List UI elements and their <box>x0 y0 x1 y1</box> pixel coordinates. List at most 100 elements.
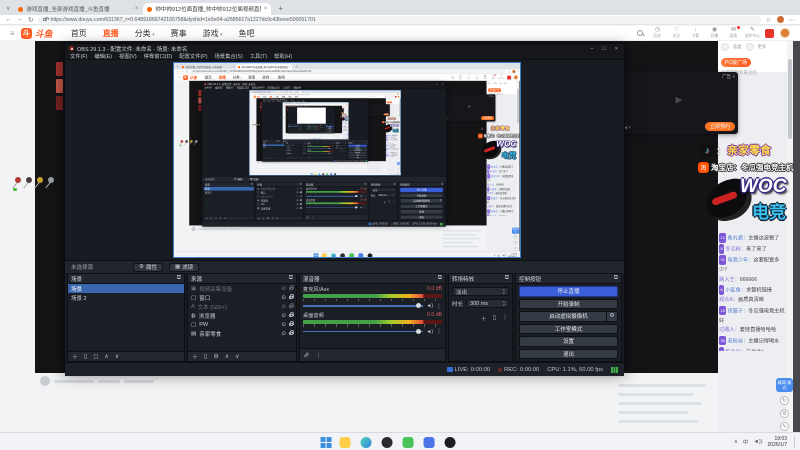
lock-icon[interactable] <box>289 303 295 309</box>
header-icon-历史[interactable]: ◷ 历史 <box>648 27 667 39</box>
lock-icon[interactable] <box>289 285 295 291</box>
lock-icon[interactable] <box>289 321 295 327</box>
properties-gear-icon[interactable]: ⚙ <box>213 353 218 360</box>
menu-文件(F)[interactable]: 文件(F) <box>70 52 87 60</box>
speaker-icon[interactable]: ◄) <box>426 303 433 309</box>
ad-cta-button[interactable]: 立即预约 <box>704 122 735 131</box>
scene-item[interactable]: 场景 <box>68 284 184 293</box>
reload-icon[interactable]: ↻ <box>28 16 33 24</box>
control-button-开始录制[interactable]: 开始录制 <box>519 298 618 309</box>
new-tab-button[interactable]: + <box>278 4 283 13</box>
menu-配置文件(P)[interactable]: 配置文件(P) <box>179 52 207 60</box>
eye-icon[interactable]: ⊙ <box>281 331 286 337</box>
obs-preview-canvas[interactable]: ∨ 游戏直播_全部游戏直播_斗鱼直播 × 帅中帅912位面直播_帅中帅912位面视频… <box>173 62 521 258</box>
eye-off-icon[interactable]: ⊘ <box>281 304 286 310</box>
settings-float-icon[interactable]: ⚙ <box>780 409 789 418</box>
source-item[interactable]: ▤ 亲家零食 ⊙ <box>188 329 296 338</box>
move-down-icon[interactable]: ∨ <box>115 353 119 360</box>
tab-close-icon[interactable]: × <box>264 6 268 12</box>
nav-item-分类[interactable]: 分类 ▾ <box>135 28 155 39</box>
lock-icon[interactable] <box>289 330 295 336</box>
menu-停靠窗口(D)[interactable]: 停靠窗口(D) <box>144 52 173 60</box>
volume-slider[interactable] <box>303 329 424 334</box>
control-button-退出[interactable]: 退出 <box>519 348 618 359</box>
menu-帮助(H)[interactable]: 帮助(H) <box>274 52 292 60</box>
chat-username[interactable]: 过路人： <box>719 327 740 333</box>
scene-item[interactable]: 场景 2 <box>68 293 184 302</box>
speaker-icon[interactable]: ◄) <box>426 329 433 335</box>
spin-down-icon[interactable]: ∨ <box>502 291 505 295</box>
advanced-audio-icon[interactable]: 🜸 <box>304 349 310 361</box>
chat-username[interactable]: 鱼丸君： <box>727 236 748 242</box>
wechat-icon[interactable] <box>402 436 414 448</box>
taskbar-clock[interactable]: 19:03 2026/1/7 <box>768 436 787 448</box>
dock-icon[interactable]: ⧉ <box>177 275 181 282</box>
address-bar[interactable]: https://www.douyu.com/631367_r=0.6489186… <box>38 15 761 24</box>
menu-burger-icon[interactable]: ≡ <box>10 29 15 38</box>
add-icon[interactable]: ＋ <box>192 352 198 361</box>
source-item[interactable]: ▢ PW ⊙ <box>188 320 296 329</box>
filter-icon[interactable]: ◻ <box>93 353 98 360</box>
search-icon[interactable] <box>637 29 644 37</box>
header-icon-关注[interactable]: ♡ 关注 <box>667 27 686 39</box>
filters-button[interactable]: ▦ 滤镜 <box>168 262 200 272</box>
header-icon-开播[interactable]: ◉ 开播 <box>705 27 724 39</box>
nav-item-首页[interactable]: 首页 <box>71 28 87 39</box>
eye-icon[interactable]: ⊙ <box>281 295 286 301</box>
transition-kebab-icon[interactable]: ⋮ <box>502 314 508 323</box>
eye-icon[interactable]: ⊙ <box>281 322 286 328</box>
volume-icon[interactable]: ◄)) <box>753 439 762 445</box>
kebab-icon[interactable]: ⋮ <box>316 352 322 359</box>
menu-视图(V)[interactable]: 视图(V) <box>119 52 137 60</box>
control-button-启动虚拟摄像机[interactable]: 启动虚拟摄像机 ⚙ <box>519 311 618 322</box>
transition-select[interactable]: 淡出 ∧ ∨ <box>452 287 509 296</box>
feedback-float-icon[interactable]: ✎ <box>780 422 789 431</box>
source-item[interactable]: ▣ 视频采集设备 ⊘ <box>188 284 296 293</box>
eye-icon[interactable]: ⊙ <box>281 313 286 319</box>
control-button-工作室模式[interactable]: 工作室模式 <box>519 323 618 334</box>
dock-icon[interactable]: ⧉ <box>614 275 618 282</box>
add-transition-icon[interactable]: ＋ <box>481 314 487 323</box>
source-item[interactable]: ◍ 浏览器 ⊙ <box>188 311 296 320</box>
back-icon[interactable]: ← <box>5 16 12 23</box>
remove-icon[interactable]: ▯ <box>84 353 87 360</box>
properties-button[interactable]: ⚙ 属性 <box>133 262 163 272</box>
dark-app-icon[interactable] <box>381 436 393 448</box>
add-icon[interactable]: ＋ <box>72 352 78 361</box>
move-up-icon[interactable]: ∧ <box>104 353 108 360</box>
move-down-icon[interactable]: ∨ <box>235 353 239 360</box>
header-icon-创作中心[interactable]: ✎ 创作中心 <box>743 27 762 39</box>
favorite-star-icon[interactable]: ☆ <box>766 16 772 24</box>
volume-slider[interactable] <box>303 303 424 308</box>
control-button-设置[interactable]: 设置 <box>519 336 618 347</box>
chat-username[interactable]: 新关注： <box>725 349 746 351</box>
source-item[interactable]: ▢ 窗口 ⊙ <box>188 293 296 302</box>
more-chip-icon[interactable] <box>745 43 754 51</box>
ad-box[interactable]: 广告 × ▶ ◄× 立即预约 <box>620 72 738 134</box>
remove-transition-icon[interactable]: ▯ <box>493 314 496 323</box>
source-item[interactable]: A 文本 (GDI+) ⊘ <box>188 302 296 311</box>
nav-item-直播[interactable]: 直播 <box>103 28 119 39</box>
forward-icon[interactable]: → <box>17 16 24 23</box>
kebab-icon[interactable]: ⋮ <box>436 328 442 335</box>
simple-mode-badge[interactable]: 精简 模式 <box>776 378 793 392</box>
chat-username[interactable]: 老粉丝： <box>727 338 748 344</box>
menu-编辑(E)[interactable]: 编辑(E) <box>94 52 112 60</box>
control-button-停止直播[interactable]: 停止直播 <box>519 286 618 297</box>
lock-icon[interactable] <box>289 294 295 300</box>
pc-plaza-pill[interactable]: PC版广场 <box>721 58 751 67</box>
chat-username[interactable]: 夜猫子： <box>727 308 748 314</box>
minimize-icon[interactable]: − <box>590 46 593 52</box>
refresh-float-icon[interactable]: ↻ <box>780 396 789 405</box>
browser-menu-icon[interactable]: ⋯ <box>789 16 796 24</box>
chat-username[interactable]: 路人王： <box>719 277 740 283</box>
remove-icon[interactable]: ▯ <box>204 353 207 360</box>
chat-username[interactable]: 冬瓜粉： <box>725 247 746 253</box>
tray-chevron-icon[interactable]: ∧ <box>734 439 738 445</box>
chat-username[interactable]: 小鲨鱼： <box>725 288 746 294</box>
chat-username[interactable]: 观众A： <box>719 297 738 303</box>
input-method-indicator[interactable]: 中 <box>743 438 749 446</box>
qq-icon[interactable] <box>423 436 435 448</box>
ad-close-icon[interactable]: × <box>732 74 735 79</box>
activity-chip-icon[interactable] <box>721 43 729 51</box>
